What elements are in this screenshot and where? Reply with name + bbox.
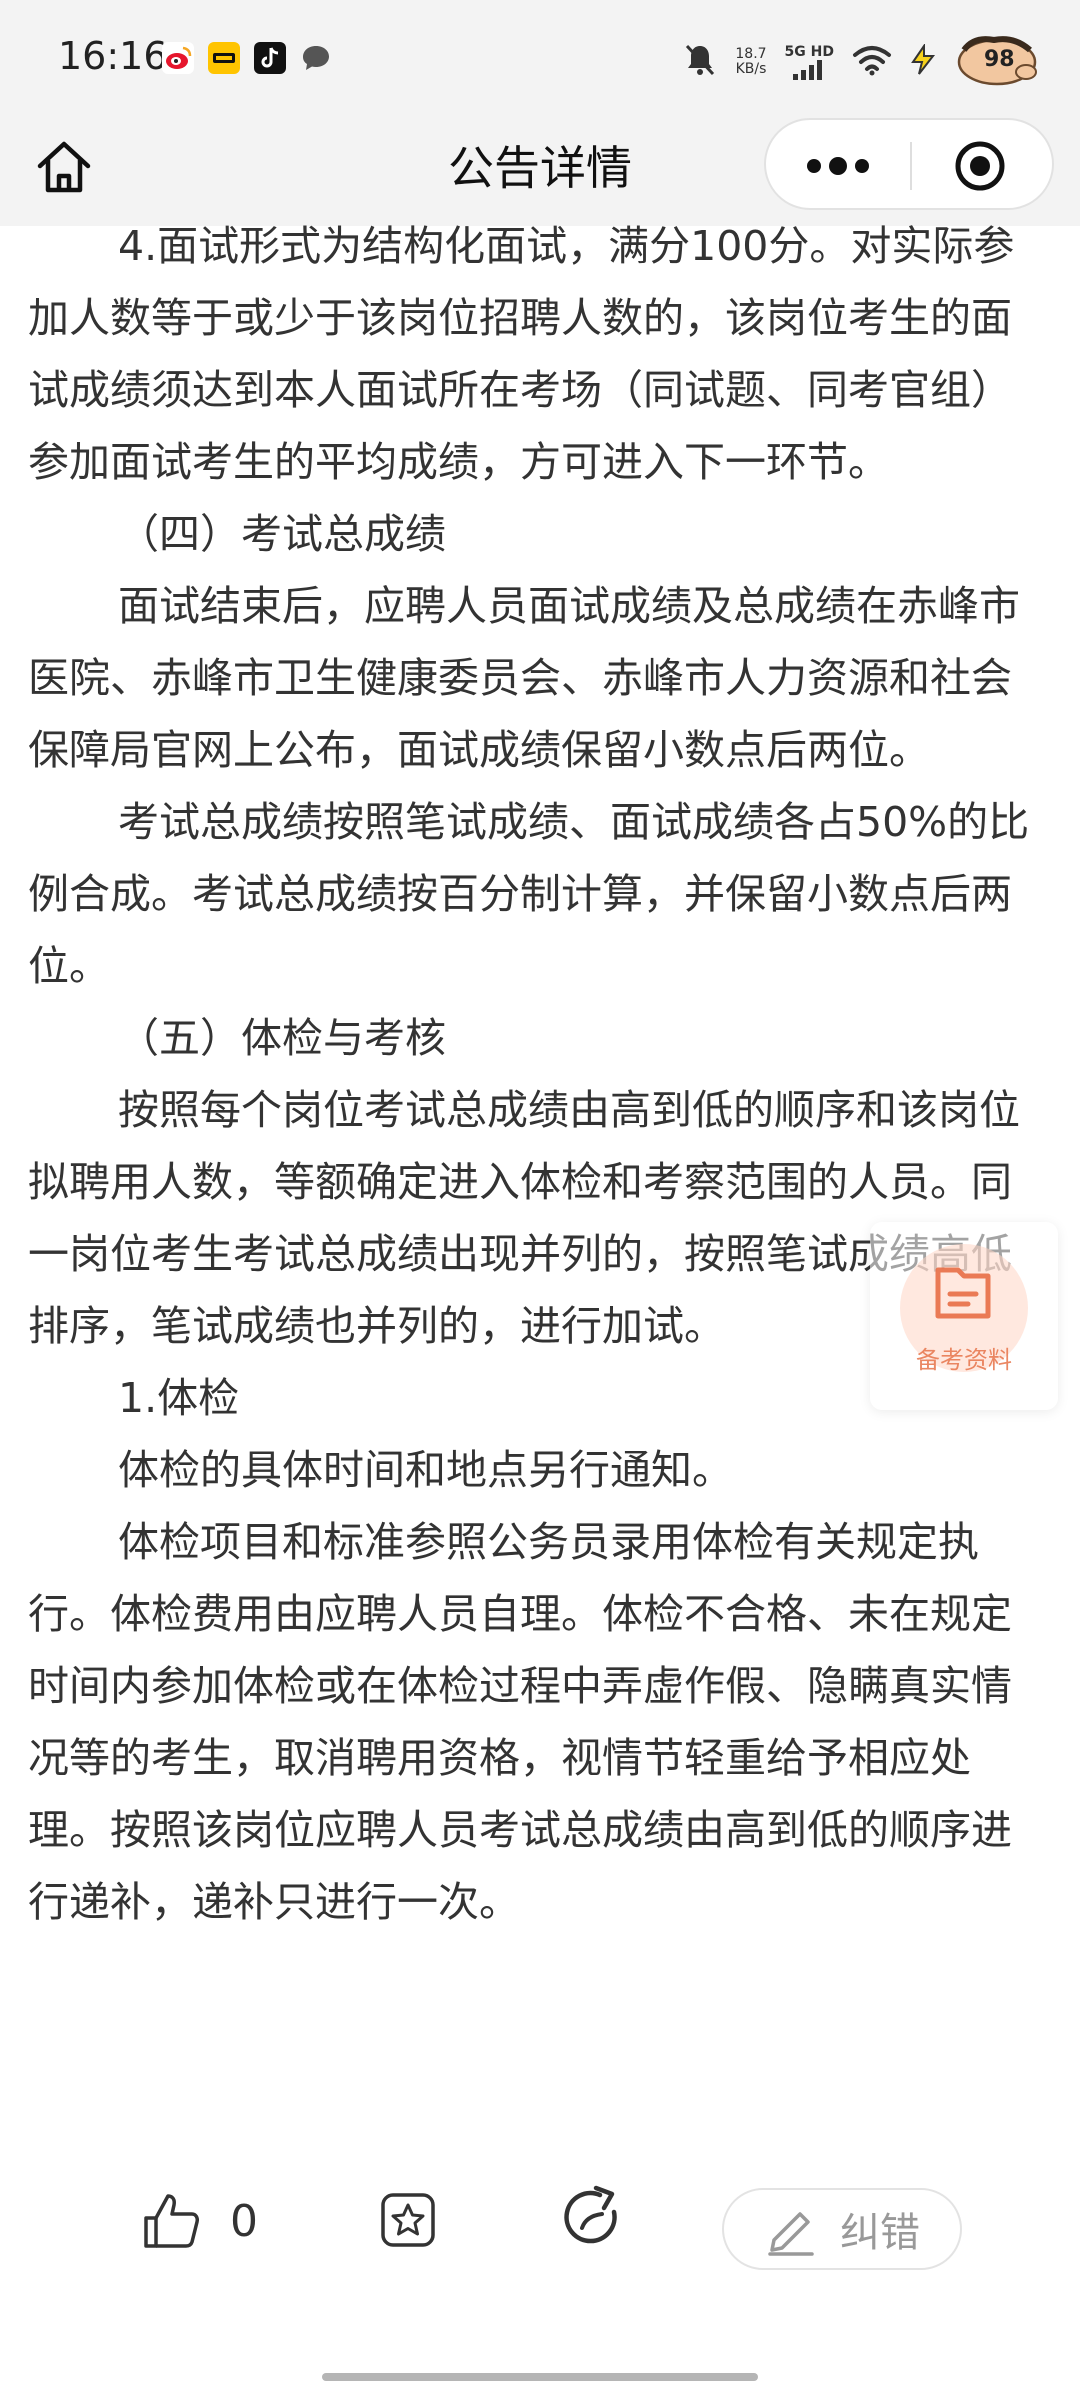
bottom-toolbar: 0 纠错 xyxy=(0,2160,1080,2300)
target-close-icon xyxy=(955,141,1005,191)
battery-level: 98 xyxy=(984,47,1015,72)
capsule-divider xyxy=(910,142,912,190)
more-button[interactable] xyxy=(796,144,880,188)
net-speed-unit: KB/s xyxy=(735,61,767,77)
status-right: 18.7 KB/s 5G HD 98 xyxy=(683,34,1040,90)
edit-pencil-icon xyxy=(768,2212,814,2256)
tiktok-icon xyxy=(254,42,286,74)
net-speed-value: 18.7 xyxy=(735,46,767,62)
close-mini-program-button[interactable] xyxy=(954,140,1006,192)
folder-icon xyxy=(935,1267,991,1319)
more-dots-icon xyxy=(807,157,869,175)
battery-indicator: 98 xyxy=(954,34,1040,90)
like-count: 0 xyxy=(230,2195,258,2247)
article-paragraph: 4.面试形式为结构化面试，满分100分。对实际参加人数等于或少于该岗位招聘人数的… xyxy=(28,222,1015,486)
section-heading: （四）考试总成绩 xyxy=(118,510,446,558)
article-content: 4.面试形式为结构化面试，满分100分。对实际参加人数等于或少于该岗位招聘人数的… xyxy=(28,210,1048,1938)
charging-icon xyxy=(910,42,936,80)
message-icon xyxy=(300,42,332,74)
report-error-button[interactable]: 纠错 xyxy=(722,2188,962,2270)
wifi-icon xyxy=(852,44,892,80)
section-heading: （五）体检与考核 xyxy=(118,1014,446,1062)
like-button[interactable]: 0 xyxy=(140,2190,258,2252)
notification-icons xyxy=(162,42,332,74)
thumbs-up-icon xyxy=(144,2194,199,2248)
article-paragraph: 考试总成绩按照笔试成绩、面试成绩各占50%的比例合成。考试总成绩按百分制计算，并… xyxy=(28,798,1030,990)
float-label: 备考资料 xyxy=(916,1346,1012,1374)
mute-icon xyxy=(683,42,717,82)
screen: 16:16 18.7 KB/s 5G HD 98 公告详情 4.面试形式为结构化… xyxy=(0,0,1080,2388)
weibo-icon xyxy=(162,42,194,74)
star-favorite-icon xyxy=(381,2193,435,2247)
signal-icon xyxy=(793,59,823,80)
article-paragraph: 面试结束后，应聘人员面试成绩及总成绩在赤峰市医院、赤峰市卫生健康委员会、赤峰市人… xyxy=(28,582,1020,774)
report-error-label: 纠错 xyxy=(840,2210,920,2256)
article-paragraph: 体检项目和标准参照公务员录用体检有关规定执行。体检费用由应聘人员自理。体检不合格… xyxy=(28,1518,1012,1926)
home-indicator[interactable] xyxy=(322,2373,758,2381)
signal-group: 5G HD xyxy=(784,43,834,80)
mini-program-capsule xyxy=(764,118,1054,210)
share-icon xyxy=(564,2185,617,2244)
share-button[interactable] xyxy=(556,2182,628,2254)
network-type: 5G HD xyxy=(784,43,834,60)
status-time: 16:16 xyxy=(58,34,168,78)
favorite-button[interactable] xyxy=(378,2190,438,2250)
meituan-icon xyxy=(208,42,240,74)
status-bar: 16:16 18.7 KB/s 5G HD 98 xyxy=(0,0,1080,118)
article-paragraph: 体检的具体时间和地点另行通知。 xyxy=(118,1446,733,1494)
net-speed: 18.7 KB/s xyxy=(735,47,766,77)
study-materials-float-button[interactable]: 备考资料 xyxy=(870,1222,1058,1410)
